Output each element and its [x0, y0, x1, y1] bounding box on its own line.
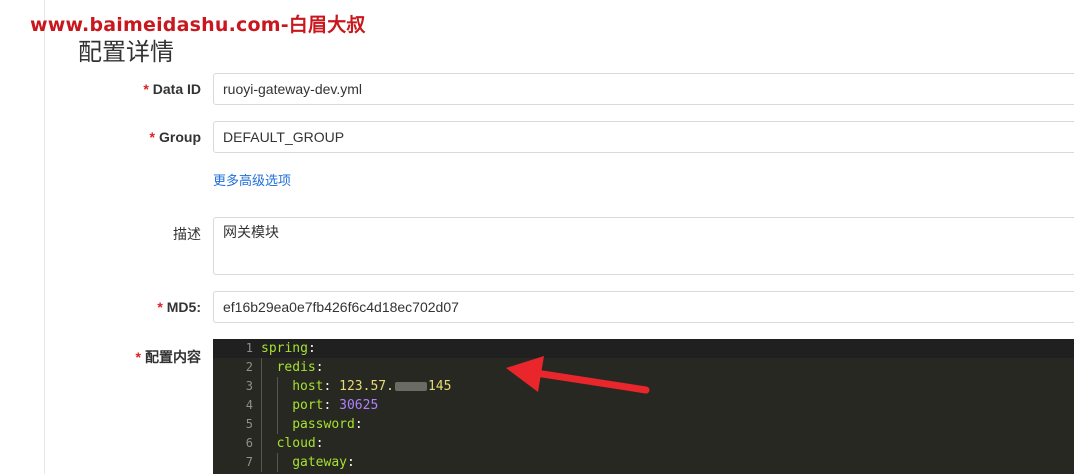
line-number: 5	[245, 417, 253, 431]
host-value-start: 123.57.	[339, 379, 394, 394]
yaml-separator: :	[354, 417, 363, 432]
yaml-key: password	[292, 417, 355, 432]
line-number: 7	[245, 455, 253, 469]
port-value: 30625	[339, 398, 379, 413]
md5-label-text: MD5:	[166, 299, 201, 315]
indent-guide	[261, 415, 277, 434]
indent-guide	[261, 453, 277, 472]
host-value-end: 145	[427, 379, 452, 394]
editor-line: 2 redis:	[213, 358, 1074, 377]
indent-guide	[277, 415, 293, 434]
editor-line: 6 cloud:	[213, 434, 1074, 453]
yaml-key: redis	[276, 360, 316, 375]
indent-guide	[261, 396, 277, 415]
editor-line: 4 port: 30625	[213, 396, 1074, 415]
yaml-key: cloud	[276, 436, 316, 451]
config-detail-page: www.baimeidashu.com-白眉大叔 配置详情 * Data ID r…	[0, 0, 1074, 474]
data-id-field[interactable]: ruoyi-gateway-dev.yml	[213, 73, 1074, 105]
group-label: * Group	[150, 129, 201, 145]
config-content-label-text: 配置内容	[145, 349, 201, 365]
indent-guide	[261, 358, 277, 377]
group-label-text: Group	[159, 129, 201, 145]
yaml-separator: :	[315, 436, 324, 451]
editor-line: 3 host: 123.57. 145	[213, 377, 1074, 396]
editor-line: 1 spring:	[213, 339, 1074, 358]
indent-guide	[277, 377, 293, 396]
left-divider	[44, 0, 45, 474]
required-marker: *	[143, 81, 149, 97]
page-title: 配置详情	[78, 38, 174, 66]
yaml-key: port	[292, 398, 324, 413]
indent-guide	[277, 453, 293, 472]
md5-label: * MD5:	[157, 299, 201, 315]
group-field[interactable]: DEFAULT_GROUP	[213, 121, 1074, 153]
yaml-separator: :	[323, 398, 340, 413]
required-marker: *	[135, 349, 141, 365]
config-content-label: * 配置内容	[136, 347, 201, 367]
required-marker: *	[149, 129, 155, 145]
line-number: 2	[245, 360, 253, 374]
line-number: 1	[245, 341, 253, 355]
data-id-label: * Data ID	[143, 81, 201, 97]
line-number: 6	[245, 436, 253, 450]
more-advanced-options-link[interactable]: 更多高级选项	[213, 170, 291, 189]
redacted-ip-mask	[394, 382, 427, 391]
description-label: 描述	[173, 224, 201, 244]
data-id-label-text: Data ID	[152, 81, 201, 97]
editor-line: 5 password:	[213, 415, 1074, 434]
indent-guide	[277, 396, 293, 415]
yaml-key: spring	[261, 341, 308, 356]
description-textarea[interactable]: 网关模块	[213, 217, 1074, 275]
yaml-key: host	[292, 379, 324, 394]
yaml-separator: :	[307, 341, 316, 356]
yaml-separator: :	[323, 379, 340, 394]
md5-field[interactable]: ef16b29ea0e7fb426f6c4d18ec702d07	[213, 291, 1074, 323]
indent-guide	[261, 434, 277, 453]
required-marker: *	[157, 299, 163, 315]
editor-line: 7 gateway:	[213, 453, 1074, 472]
yaml-separator: :	[346, 455, 355, 470]
yaml-key: gateway	[292, 455, 347, 470]
description-label-text: 描述	[173, 226, 201, 242]
config-content-editor[interactable]: 1 spring: 2 redis: 3 host: 123.57. 145 4 …	[213, 339, 1074, 474]
yaml-separator: :	[315, 360, 324, 375]
line-number: 3	[245, 379, 253, 393]
line-number: 4	[245, 398, 253, 412]
indent-guide	[261, 377, 277, 396]
